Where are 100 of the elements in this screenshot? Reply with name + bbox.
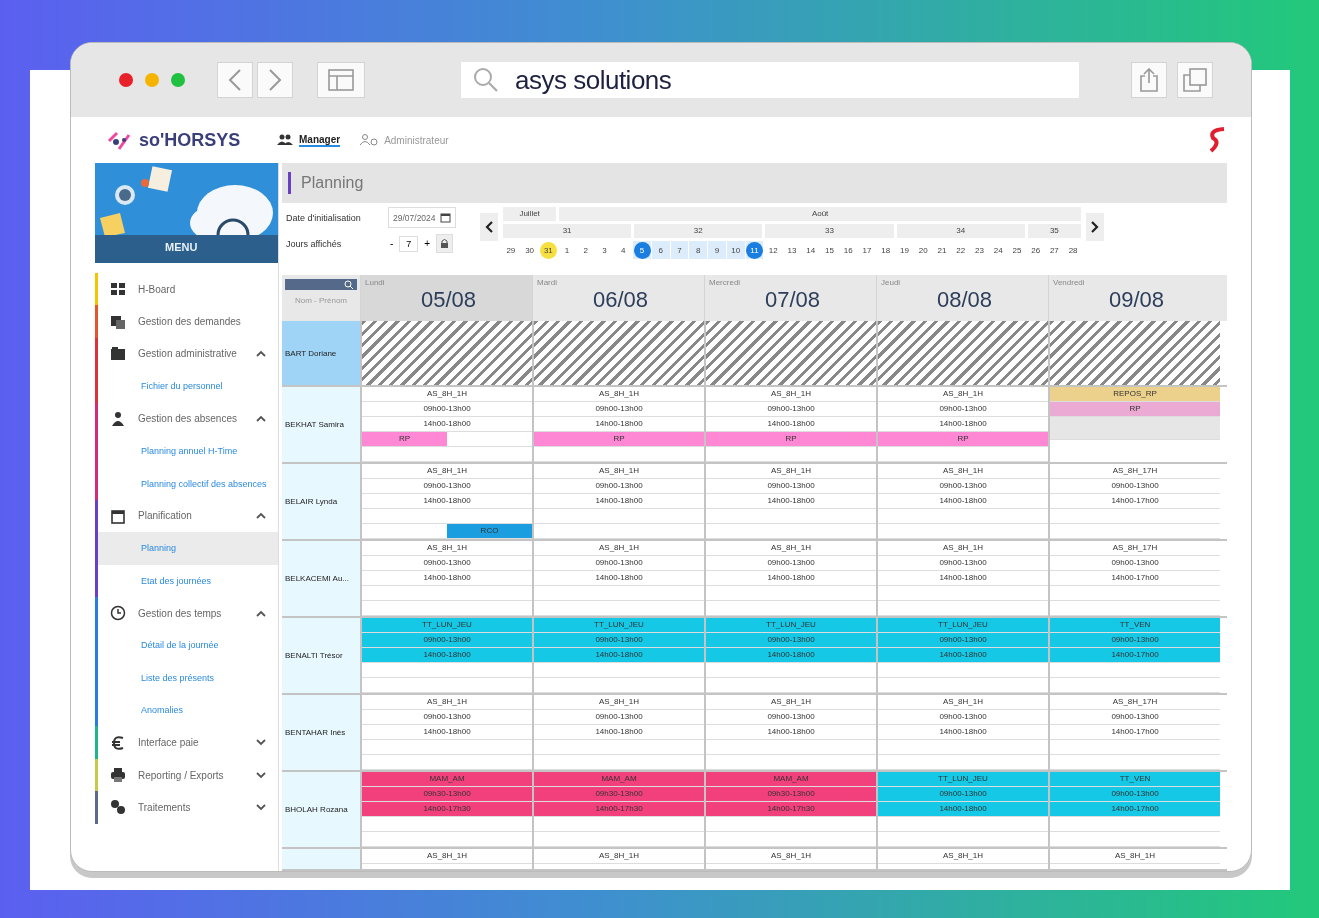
day-column-header[interactable]: Lundi 05/08 <box>360 275 532 321</box>
tabs-button[interactable] <box>1177 62 1213 98</box>
menu-item[interactable]: Gestion des temps <box>95 596 278 630</box>
day-number[interactable]: 25 <box>1008 241 1026 259</box>
day-number[interactable]: 10 <box>727 241 745 259</box>
shift-block[interactable]: TT_LUN_JEU 09h00-13h00 14h00-18h00 <box>878 618 1048 663</box>
absence-bar[interactable]: RP <box>706 432 876 446</box>
day-number[interactable]: 14 <box>802 241 820 259</box>
decrement-button[interactable]: - <box>388 238 396 249</box>
shift-block[interactable]: TT_LUN_JEU 09h00-13h00 14h00-18h00 <box>534 618 704 663</box>
days-count-field[interactable]: 7 <box>399 235 419 252</box>
day-number[interactable]: 22 <box>952 241 970 259</box>
menu-item[interactable]: Reporting / Exports <box>95 758 278 792</box>
shift-block[interactable]: MAM_AM 09h30-13h00 14h00-17h30 <box>362 772 532 817</box>
day-number[interactable]: 3 <box>596 241 614 259</box>
day-number[interactable]: 11 <box>746 241 763 259</box>
sidebar-toggle-button[interactable] <box>317 62 365 98</box>
sidebar-icon <box>328 69 354 91</box>
forward-button[interactable] <box>257 62 293 98</box>
shift-code: TT_LUN_JEU <box>878 772 1048 787</box>
day-number[interactable]: 4 <box>614 241 632 259</box>
day-number[interactable]: 6 <box>652 241 670 259</box>
shift-code: AS_8H_1H <box>534 695 704 710</box>
close-icon[interactable] <box>119 73 133 87</box>
employee-name-cell[interactable] <box>282 849 360 869</box>
shift-block[interactable]: MAM_AM 09h30-13h00 14h00-17h30 <box>534 772 704 817</box>
submenu-item[interactable]: Détail de la journée <box>95 629 278 662</box>
role-tab[interactable]: Manager <box>277 131 341 149</box>
employee-name-cell[interactable]: BART Doriane <box>282 321 360 385</box>
shift-block[interactable]: TT_LUN_JEU 09h00-13h00 14h00-18h00 <box>362 618 532 663</box>
day-number[interactable]: 1 <box>558 241 576 259</box>
day-number[interactable]: 24 <box>989 241 1007 259</box>
day-number[interactable]: 19 <box>895 241 913 259</box>
shift-hours: 09h00-13h00 <box>878 556 1048 571</box>
shift-hours: 14h00-18h00 <box>534 725 704 740</box>
employee-name-cell[interactable]: BEKHAT Samira <box>282 387 360 462</box>
name-search-bar[interactable] <box>285 279 357 290</box>
submenu-item[interactable]: Etat des journées <box>95 564 278 597</box>
absence-bar[interactable]: RP <box>362 432 447 446</box>
shift-block[interactable]: TT_LUN_JEU 09h00-13h00 14h00-18h00 <box>706 618 876 663</box>
increment-button[interactable]: + <box>422 238 433 249</box>
day-number[interactable]: 12 <box>764 241 782 259</box>
day-number[interactable]: 15 <box>820 241 838 259</box>
menu-item[interactable]: Traitements <box>95 791 278 824</box>
day-number[interactable]: 8 <box>689 241 707 259</box>
day-number[interactable]: 27 <box>1045 241 1063 259</box>
shift-block[interactable]: MAM_AM 09h30-13h00 14h00-17h30 <box>706 772 876 817</box>
menu-item[interactable]: Gestion des absences <box>95 402 278 435</box>
day-number[interactable]: 18 <box>877 241 895 259</box>
lock-button[interactable] <box>436 234 454 253</box>
employee-name-cell[interactable]: BELAIR Lynda <box>282 464 360 539</box>
shift-block[interactable]: TT_VEN 09h00-13h00 14h00-17h00 <box>1050 618 1220 663</box>
submenu-item[interactable]: Liste des présents <box>95 661 278 695</box>
tabs-icon <box>1183 68 1207 92</box>
day-number[interactable]: 21 <box>933 241 951 259</box>
absence-bar[interactable]: RP <box>878 432 1048 446</box>
day-number[interactable]: 9 <box>708 241 726 259</box>
employee-name-cell[interactable]: BHOLAH Rozana <box>282 772 360 847</box>
date-field[interactable]: 29/07/2024 <box>388 207 456 228</box>
maximize-icon[interactable] <box>171 73 185 87</box>
menu-item[interactable]: Interface paie <box>95 726 278 759</box>
minimize-icon[interactable] <box>145 73 159 87</box>
day-number[interactable]: 20 <box>914 241 932 259</box>
requests-icon <box>110 313 126 330</box>
submenu-item[interactable]: Fichier du personnel <box>95 370 278 403</box>
employee-name-cell[interactable]: BELKACEMI Au... <box>282 541 360 616</box>
day-number[interactable]: 2 <box>577 241 595 259</box>
menu-item[interactable]: Gestion des demandes <box>95 305 278 338</box>
employee-name-cell[interactable]: BENALTI Trésor <box>282 618 360 693</box>
day-number[interactable]: 16 <box>839 241 857 259</box>
absence-bar[interactable]: RCO <box>447 524 532 538</box>
submenu-item[interactable]: Planning collectif des absences <box>95 467 278 500</box>
day-number[interactable]: 31 <box>539 241 557 259</box>
next-button[interactable] <box>1086 213 1104 241</box>
address-bar[interactable]: asys solutions <box>461 62 1079 98</box>
chevron-left-icon <box>485 221 493 233</box>
absence-bar[interactable]: RP <box>534 432 704 446</box>
share-button[interactable] <box>1131 62 1167 98</box>
day-number[interactable]: 30 <box>521 241 539 259</box>
employee-name-cell[interactable]: BENTAHAR Inès <box>282 695 360 770</box>
menu-item[interactable]: H-Board <box>95 273 278 306</box>
menu-item[interactable]: Gestion administrative <box>95 337 278 371</box>
day-number[interactable]: 5 <box>633 241 651 259</box>
day-number[interactable]: 17 <box>858 241 876 259</box>
day-number[interactable]: 28 <box>1064 241 1082 259</box>
shift-block[interactable]: TT_LUN_JEU 09h00-13h00 14h00-18h00 <box>878 772 1048 817</box>
submenu-item[interactable]: Planning annuel H-Time <box>95 434 278 468</box>
previous-button[interactable] <box>480 213 498 241</box>
absence-bar[interactable]: RP <box>1050 402 1220 416</box>
shift-block[interactable]: REPOS_RP <box>1050 387 1220 402</box>
back-button[interactable] <box>217 62 253 98</box>
day-number[interactable]: 13 <box>783 241 801 259</box>
menu-title: MENU <box>165 241 198 253</box>
day-number[interactable]: 26 <box>1027 241 1045 259</box>
submenu-item[interactable]: Anomalies <box>95 694 278 727</box>
day-number[interactable]: 23 <box>970 241 988 259</box>
day-number[interactable]: 7 <box>671 241 689 259</box>
day-number[interactable]: 29 <box>502 241 520 259</box>
shift-block[interactable]: TT_VEN 09h00-13h00 14h00-17h00 <box>1050 772 1220 817</box>
shift-hours: 09h00-13h00 <box>1050 479 1220 494</box>
